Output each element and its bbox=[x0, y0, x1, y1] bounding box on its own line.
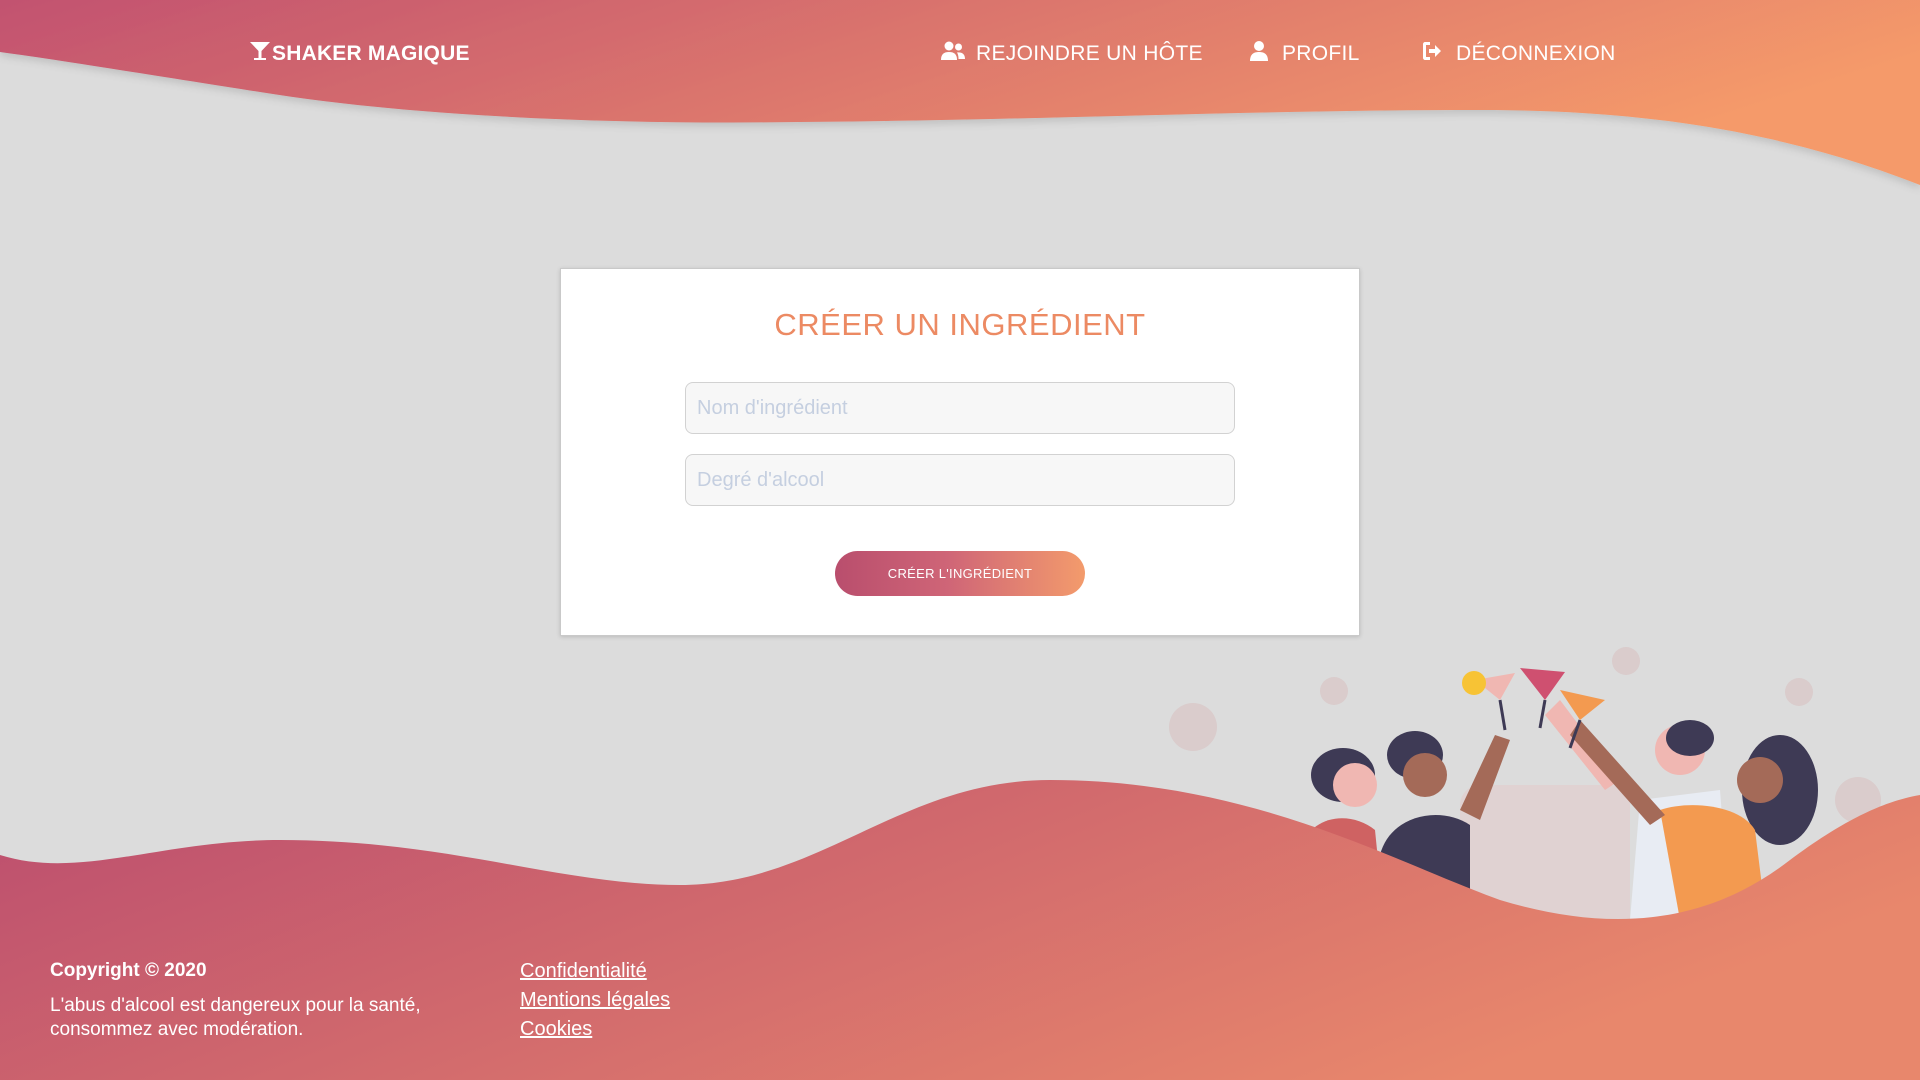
user-icon bbox=[1246, 39, 1272, 69]
nav-join-host[interactable]: REJOINDRE UN HÔTE bbox=[940, 40, 1203, 68]
nav-profile-label: PROFIL bbox=[1282, 42, 1360, 65]
nav-logout-label: DÉCONNEXION bbox=[1456, 42, 1616, 65]
nav-profile[interactable]: PROFIL bbox=[1246, 40, 1360, 68]
copyright-text: Copyright © 2020 bbox=[50, 960, 207, 981]
sign-out-icon bbox=[1420, 39, 1446, 69]
nav-join-host-label: REJOINDRE UN HÔTE bbox=[976, 42, 1203, 65]
alcohol-warning: L'abus d'alcool est dangereux pour la sa… bbox=[50, 994, 470, 1042]
brand-link[interactable]: SHAKER MAGIQUE bbox=[248, 40, 470, 68]
header-wave bbox=[0, 0, 1920, 185]
cocktail-glass-icon bbox=[248, 39, 272, 69]
create-ingredient-button[interactable]: CRÉER L'INGRÉDIENT bbox=[835, 551, 1085, 596]
privacy-link[interactable]: Confidentialité bbox=[520, 960, 670, 983]
ingredient-name-input[interactable] bbox=[685, 382, 1235, 434]
alcohol-degree-input[interactable] bbox=[685, 454, 1235, 506]
legal-notice-link[interactable]: Mentions légales bbox=[520, 989, 670, 1012]
alcohol-warning-line1: L'abus d'alcool est dangereux pour la sa… bbox=[50, 995, 421, 1016]
footer-links: Confidentialité Mentions légales Cookies bbox=[520, 960, 670, 1041]
brand-label: SHAKER MAGIQUE bbox=[272, 42, 470, 65]
cookies-link[interactable]: Cookies bbox=[520, 1018, 670, 1041]
users-icon bbox=[940, 39, 966, 69]
nav-logout[interactable]: DÉCONNEXION bbox=[1420, 40, 1616, 68]
form-title: CRÉER UN INGRÉDIENT bbox=[774, 307, 1146, 342]
footer-info: Copyright © 2020 L'abus d'alcool est dan… bbox=[50, 960, 470, 1042]
create-ingredient-card: CRÉER UN INGRÉDIENT CRÉER L'INGRÉDIENT bbox=[560, 268, 1360, 636]
alcohol-warning-line2: consommez avec modération. bbox=[50, 1019, 304, 1040]
